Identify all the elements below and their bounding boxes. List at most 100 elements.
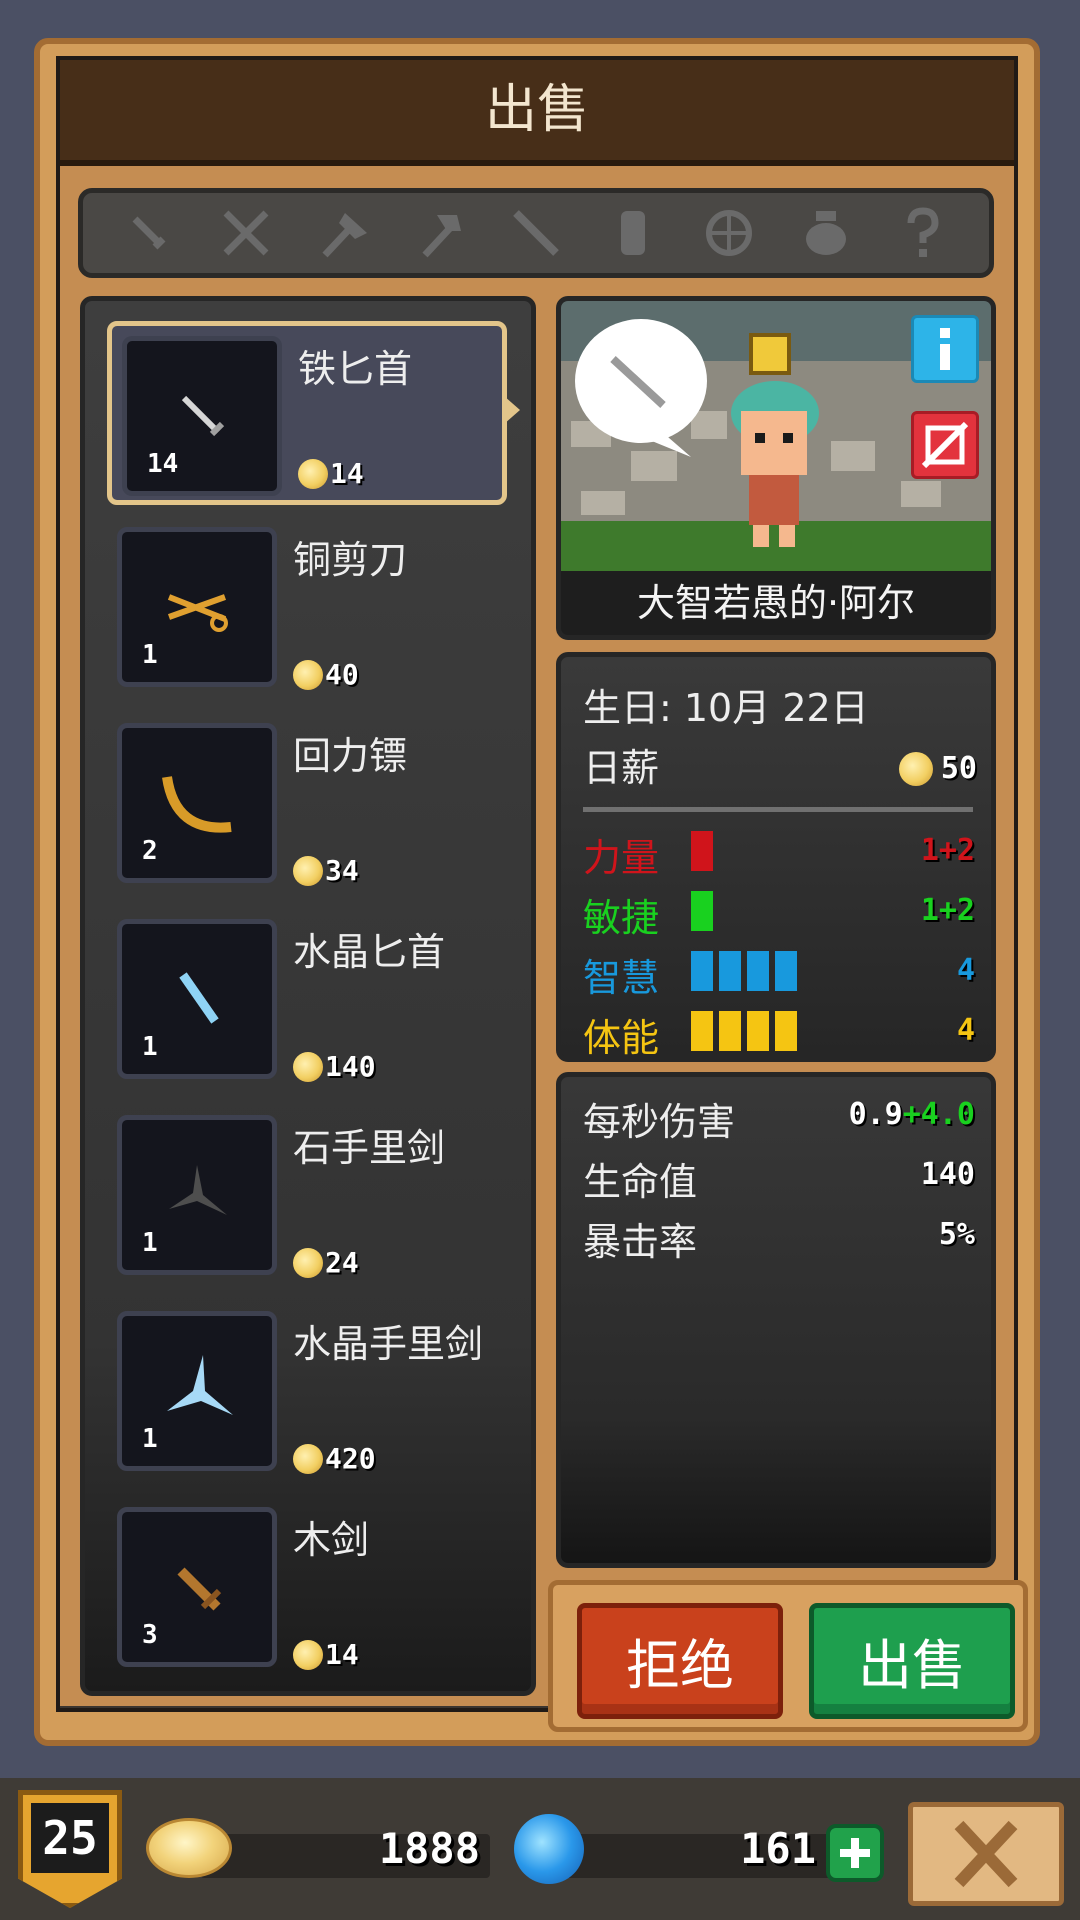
list-item[interactable]: 1 铜剪刀 40 [107, 517, 507, 701]
close-icon [954, 1820, 1018, 1888]
item-thumbnail: 1 [117, 527, 277, 687]
close-button[interactable] [908, 1802, 1064, 1906]
dismiss-hero-button[interactable] [911, 411, 979, 479]
item-name: 铜剪刀 [293, 538, 408, 582]
spear-icon [513, 210, 559, 256]
gold-coin-icon [146, 1818, 232, 1878]
stat-label: 力量 [583, 836, 660, 880]
item-price: 420 [293, 1442, 376, 1475]
filter-tab-axe[interactable] [311, 201, 375, 265]
coin-icon [898, 751, 933, 786]
info-button[interactable] [911, 315, 979, 383]
player-level: 25 [31, 1803, 109, 1873]
item-quantity: 1 [142, 1032, 158, 1062]
item-quantity: 1 [142, 1228, 158, 1258]
crossed-out-icon [921, 421, 969, 469]
dps-value: 0.9+4.0 [848, 1097, 975, 1132]
stat-bar-segment [747, 1011, 769, 1051]
stat-row: 敏捷 1+2 [583, 887, 975, 940]
stat-bar-segment [691, 891, 713, 931]
coin-icon [293, 1247, 323, 1278]
item-thumbnail: 1 [117, 1115, 277, 1275]
item-price: 14 [298, 457, 364, 490]
hero-birthday: 生日: 10月 22日 [583, 686, 869, 730]
stat-bar-meter [691, 951, 797, 991]
coin-icon [293, 1051, 323, 1082]
coin-icon [298, 458, 328, 489]
hero-portrait-panel: 大智若愚的·阿尔 [556, 296, 996, 640]
item-name: 回力镖 [293, 734, 408, 778]
item-list: 14 铁匕首 14 1 铜剪刀 40 2 回力镖 34 1 水晶匕首 140 1… [80, 296, 536, 1696]
stat-bar-segment [747, 951, 769, 991]
item-price: 14 [293, 1638, 359, 1671]
item-quantity: 14 [147, 449, 179, 479]
stat-bar-meter [691, 831, 713, 871]
crystal-dagger-icon [179, 972, 219, 1024]
item-name: 铁匕首 [298, 347, 413, 391]
hero-name: 大智若愚的·阿尔 [636, 581, 916, 625]
stat-bar-meter [691, 891, 713, 931]
item-quantity: 2 [142, 836, 158, 866]
item-thumbnail: 2 [117, 723, 277, 883]
filter-tab-pot[interactable] [794, 201, 858, 265]
crit-label: 暴击率 [583, 1220, 698, 1264]
stat-value: 1+2 [920, 833, 975, 868]
list-item[interactable]: 1 石手里剑 24 [107, 1105, 507, 1289]
combat-stats-panel: 每秒伤害 0.9+4.0 生命值 140 暴击率 5% [556, 1072, 996, 1568]
filter-tab-spear[interactable] [504, 201, 568, 265]
list-item[interactable]: 1 水晶匕首 140 [107, 909, 507, 1093]
dps-label: 每秒伤害 [583, 1100, 736, 1144]
stat-row: 力量 1+2 [583, 827, 975, 880]
reject-button[interactable]: 拒绝 [577, 1603, 783, 1719]
wooden-sword-icon [177, 1567, 222, 1611]
coin-icon [293, 855, 323, 886]
hammer-icon [422, 215, 462, 258]
stat-bar-segment [775, 951, 797, 991]
stat-row: 体能 4 [583, 1007, 975, 1060]
dialog-title: 出售 [60, 60, 1014, 166]
hp-row: 生命值 140 [583, 1151, 975, 1204]
filter-tab-bow[interactable] [697, 201, 761, 265]
coin-icon [293, 1443, 323, 1474]
item-price: 34 [293, 854, 359, 887]
add-gems-button[interactable] [826, 1824, 884, 1882]
item-quantity: 1 [142, 1424, 158, 1454]
item-price: 24 [293, 1246, 359, 1279]
stone-shuriken-icon [169, 1165, 227, 1215]
item-name: 水晶手里剑 [293, 1322, 484, 1366]
info-icon [940, 328, 950, 370]
list-item[interactable]: 1 水晶手里剑 420 [107, 1301, 507, 1485]
plus-icon [840, 1838, 870, 1868]
list-item[interactable]: 3 木剑 14 [107, 1497, 507, 1681]
crystal-shuriken-icon [167, 1355, 233, 1415]
salary-label: 日薪 [583, 746, 660, 790]
item-thumbnail: 1 [117, 919, 277, 1079]
crit-value: 5% [938, 1217, 975, 1252]
gem-amount: 161 [740, 1824, 816, 1873]
filter-tab-misc[interactable] [891, 201, 955, 265]
crit-row: 暴击率 5% [583, 1211, 975, 1264]
stat-bar-segment [775, 1011, 797, 1051]
filter-tab-sword[interactable] [214, 201, 278, 265]
sell-button[interactable]: 出售 [809, 1603, 1015, 1719]
gold-amount: 1888 [378, 1824, 480, 1873]
list-item[interactable]: 2 回力镖 34 [107, 713, 507, 897]
item-price: 140 [293, 1050, 376, 1083]
bow-icon [706, 210, 753, 256]
dagger-icon [132, 216, 166, 250]
stat-label: 智慧 [583, 956, 660, 1000]
filter-tab-armor[interactable] [601, 201, 665, 265]
item-thumbnail: 1 [117, 1311, 277, 1471]
stat-row: 智慧 4 [583, 947, 975, 1000]
resource-bar: 25 1888 161 [0, 1778, 1080, 1920]
list-item[interactable]: 14 铁匕首 14 [107, 321, 520, 505]
coin-icon [293, 659, 323, 690]
question-icon [907, 207, 939, 257]
copper-scissors-icon [167, 594, 228, 632]
item-thumbnail: 3 [117, 1507, 277, 1667]
item-price: 40 [293, 658, 359, 691]
stat-bar-segment [691, 951, 713, 991]
armor-icon [620, 211, 645, 255]
filter-tab-hammer[interactable] [407, 201, 471, 265]
filter-tab-dagger[interactable] [117, 201, 181, 265]
